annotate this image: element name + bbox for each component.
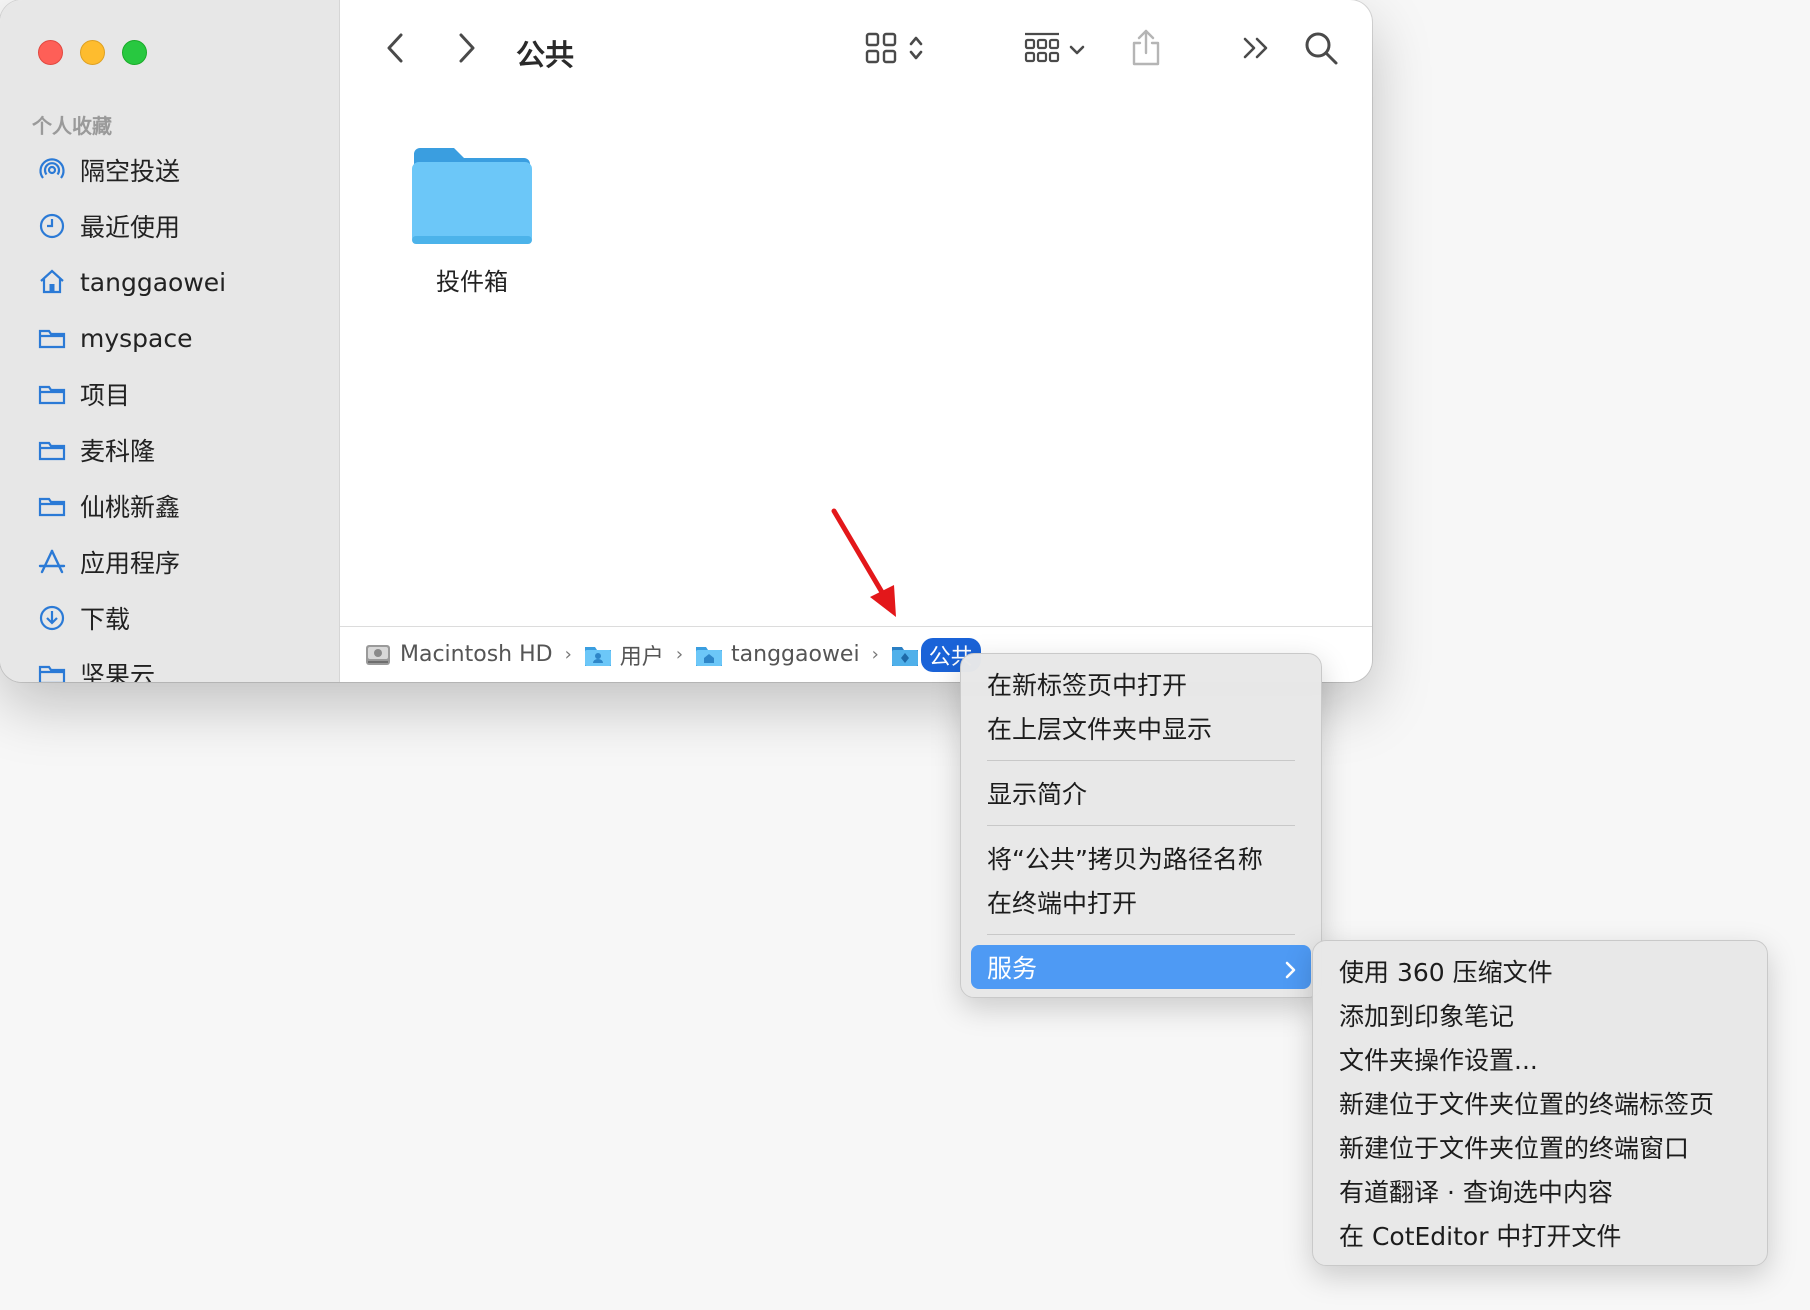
more-toolbar-items-button[interactable] bbox=[1234, 26, 1278, 74]
sidebar-item-airdrop[interactable]: 隔空投送 bbox=[0, 142, 340, 198]
path-crumb-label: tanggaowei bbox=[731, 642, 860, 667]
public-folder-icon bbox=[891, 643, 919, 667]
double-chevron-right-icon bbox=[1241, 34, 1271, 66]
search-button[interactable] bbox=[1296, 26, 1346, 74]
toolbar: 公共 bbox=[340, 0, 1372, 100]
submenu-item-folder-actions-setup[interactable]: 文件夹操作设置... bbox=[1323, 1037, 1757, 1081]
submenu-item-new-terminal-tab[interactable]: 新建位于文件夹位置的终端标签页 bbox=[1323, 1081, 1757, 1125]
menu-item-services[interactable]: 服务 bbox=[971, 945, 1311, 989]
submenu-item-new-terminal-window[interactable]: 新建位于文件夹位置的终端窗口 bbox=[1323, 1125, 1757, 1169]
folder-icon bbox=[410, 148, 534, 252]
group-grid-icon bbox=[1023, 31, 1061, 69]
sidebar: 个人收藏 隔空投送 最近使用 tanggaowei myspace 项目 麦科隆… bbox=[0, 0, 340, 682]
menu-item-get-info[interactable]: 显示简介 bbox=[971, 771, 1311, 815]
path-crumb-users[interactable]: 用户 bbox=[584, 639, 664, 671]
window-controls bbox=[38, 40, 147, 65]
share-icon bbox=[1130, 28, 1162, 72]
search-icon bbox=[1303, 30, 1339, 70]
chevron-right-icon bbox=[1283, 957, 1297, 986]
sidebar-heading-favorites: 个人收藏 bbox=[32, 114, 112, 138]
sidebar-item-jianguoyun[interactable]: 坚果云 bbox=[0, 646, 340, 682]
forward-button[interactable] bbox=[444, 26, 488, 74]
zoom-button[interactable] bbox=[122, 40, 147, 65]
annotation-arrow bbox=[820, 505, 910, 629]
applications-icon bbox=[36, 546, 68, 578]
sidebar-item-label: 坚果云 bbox=[80, 661, 156, 682]
menu-separator bbox=[987, 825, 1295, 826]
path-separator: › bbox=[871, 644, 879, 665]
menu-item-open-in-new-tab[interactable]: 在新标签页中打开 bbox=[971, 662, 1311, 706]
menu-separator bbox=[987, 934, 1295, 935]
folder-item-dropbox[interactable]: 投件箱 bbox=[404, 144, 540, 297]
window-title: 公共 bbox=[516, 38, 575, 72]
folder-icon bbox=[36, 434, 68, 466]
folder-icon bbox=[36, 490, 68, 522]
folder-item-label: 投件箱 bbox=[436, 268, 508, 296]
services-submenu: 使用 360 压缩文件 添加到印象笔记 文件夹操作设置... 新建位于文件夹位置… bbox=[1312, 940, 1768, 1266]
path-crumb-macintosh-hd[interactable]: Macintosh HD bbox=[364, 642, 553, 668]
menu-item-open-in-terminal[interactable]: 在终端中打开 bbox=[971, 880, 1311, 924]
clock-icon bbox=[36, 210, 68, 242]
chevron-right-icon bbox=[454, 31, 478, 69]
share-button[interactable] bbox=[1124, 26, 1168, 74]
airdrop-icon bbox=[36, 154, 68, 186]
path-separator: › bbox=[675, 644, 684, 665]
sidebar-item-label: 隔空投送 bbox=[80, 157, 181, 186]
sidebar-list: 隔空投送 最近使用 tanggaowei myspace 项目 麦科隆 仙桃新鑫… bbox=[0, 142, 340, 682]
home-icon bbox=[36, 266, 68, 298]
sidebar-item-label: 项目 bbox=[80, 381, 131, 410]
path-crumb-label: Macintosh HD bbox=[400, 642, 553, 667]
download-icon bbox=[36, 602, 68, 634]
back-button[interactable] bbox=[374, 26, 418, 74]
icon-view-icon bbox=[864, 31, 898, 69]
sidebar-item-label: tanggaowei bbox=[80, 267, 227, 297]
home-folder-icon bbox=[695, 643, 723, 667]
menu-item-show-in-enclosing-folder[interactable]: 在上层文件夹中显示 bbox=[971, 706, 1311, 750]
path-separator: › bbox=[564, 644, 572, 665]
sidebar-item-home[interactable]: tanggaowei bbox=[0, 254, 340, 310]
sidebar-item-downloads[interactable]: 下载 bbox=[0, 590, 340, 646]
folder-icon bbox=[36, 322, 68, 354]
minimize-button[interactable] bbox=[80, 40, 105, 65]
sidebar-item-projects[interactable]: 项目 bbox=[0, 366, 340, 422]
sidebar-item-myspace[interactable]: myspace bbox=[0, 310, 340, 366]
finder-window: 个人收藏 隔空投送 最近使用 tanggaowei myspace 项目 麦科隆… bbox=[0, 0, 1372, 682]
path-crumb-label: 用户 bbox=[619, 644, 664, 670]
sidebar-item-label: 仙桃新鑫 bbox=[80, 493, 181, 522]
submenu-item-add-to-evernote[interactable]: 添加到印象笔记 bbox=[1323, 993, 1757, 1037]
submenu-item-youdao-translate[interactable]: 有道翻译 · 查询选中内容 bbox=[1323, 1169, 1757, 1213]
updown-chevron-icon bbox=[908, 33, 924, 67]
view-mode-button[interactable] bbox=[852, 26, 936, 74]
chevron-down-icon bbox=[1069, 41, 1085, 60]
submenu-item-360-compress[interactable]: 使用 360 压缩文件 bbox=[1323, 949, 1757, 993]
menu-separator bbox=[987, 760, 1295, 761]
chevron-left-icon bbox=[384, 31, 408, 69]
menu-item-copy-as-pathname[interactable]: 将“公共”拷贝为路径名称 bbox=[971, 836, 1311, 880]
sidebar-item-label: 应用程序 bbox=[80, 549, 181, 578]
sidebar-item-label: 麦科隆 bbox=[80, 437, 156, 466]
menu-item-label: 服务 bbox=[987, 954, 1038, 983]
sidebar-item-label: myspace bbox=[80, 323, 193, 353]
folder-icon bbox=[36, 378, 68, 410]
sidebar-item-maikelong[interactable]: 麦科隆 bbox=[0, 422, 340, 478]
path-crumb-home[interactable]: tanggaowei bbox=[695, 642, 860, 667]
context-menu: 在新标签页中打开 在上层文件夹中显示 显示简介 将“公共”拷贝为路径名称 在终端… bbox=[960, 653, 1322, 998]
hard-drive-icon bbox=[364, 642, 392, 668]
sidebar-item-xiantao[interactable]: 仙桃新鑫 bbox=[0, 478, 340, 534]
sidebar-item-applications[interactable]: 应用程序 bbox=[0, 534, 340, 590]
sidebar-item-label: 下载 bbox=[80, 605, 131, 634]
users-folder-icon bbox=[584, 643, 612, 667]
sidebar-item-label: 最近使用 bbox=[80, 213, 181, 242]
folder-icon bbox=[36, 658, 68, 682]
group-by-button[interactable] bbox=[1016, 26, 1092, 74]
sidebar-item-recents[interactable]: 最近使用 bbox=[0, 198, 340, 254]
close-button[interactable] bbox=[38, 40, 63, 65]
submenu-item-open-in-coteditor[interactable]: 在 CotEditor 中打开文件 bbox=[1323, 1213, 1757, 1257]
